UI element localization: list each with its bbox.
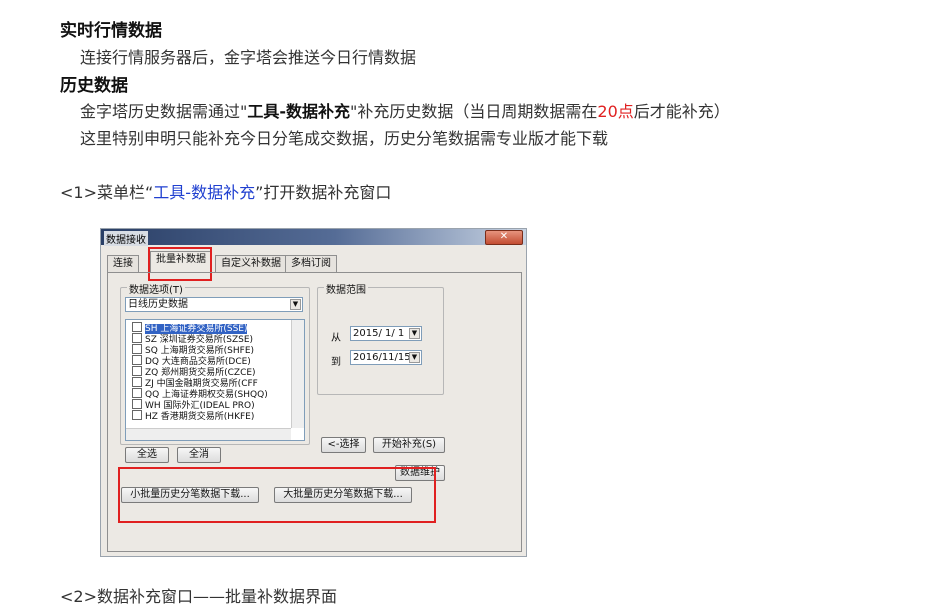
- chevron-down-icon[interactable]: ▼: [409, 328, 420, 339]
- history-line-1-red: 20点: [597, 102, 634, 121]
- step-1: <1>菜单栏“工具-数据补充”打开数据补充窗口: [60, 179, 391, 203]
- market-item[interactable]: SH 上海证券交易所(SSE): [132, 322, 248, 334]
- tab-custom-fill[interactable]: 自定义补数据: [215, 255, 287, 272]
- close-icon[interactable]: ✕: [485, 230, 523, 245]
- step-1-link[interactable]: 工具-数据补充: [153, 183, 255, 202]
- from-label: 从: [331, 333, 341, 344]
- history-heading: 历史数据: [60, 76, 128, 96]
- select-button[interactable]: <-选择: [321, 437, 366, 453]
- history-line-1-bold: 工具-数据补充: [247, 102, 351, 121]
- tree-vertical-scrollbar[interactable]: [291, 320, 304, 428]
- from-date-picker[interactable]: 2015/ 1/ 1 ▼: [350, 326, 422, 341]
- checkbox-icon[interactable]: [132, 333, 142, 343]
- tab-connect[interactable]: 连接: [107, 255, 139, 272]
- from-date-value: 2015/ 1/ 1: [353, 328, 405, 339]
- checkbox-icon[interactable]: [132, 322, 142, 332]
- history-line-1-post: 后才能补充）: [633, 102, 730, 121]
- history-line-1: 金字塔历史数据需通过"工具-数据补充"补充历史数据（当日周期数据需在20点后才能…: [80, 98, 730, 122]
- dialog-title: 数据接收: [104, 231, 148, 246]
- checkbox-icon[interactable]: [132, 388, 142, 398]
- realtime-text: 连接行情服务器后，金字塔会推送今日行情数据: [80, 48, 417, 67]
- market-item[interactable]: ZJ 中国金融期货交易所(CFF: [132, 377, 258, 389]
- download-buttons-highlight-box: [118, 467, 436, 523]
- checkbox-icon[interactable]: [132, 399, 142, 409]
- tree-horizontal-scrollbar[interactable]: [126, 428, 291, 440]
- select-all-button[interactable]: 全选: [125, 447, 169, 463]
- checkbox-icon[interactable]: [132, 344, 142, 354]
- data-receive-dialog: 数据接收 ✕ 连接 批量补数据 自定义补数据 多档订阅 数据选项(T) 日线历史…: [100, 228, 527, 557]
- data-range-label: 数据范围: [324, 281, 368, 296]
- chevron-down-icon[interactable]: ▼: [409, 352, 420, 363]
- checkbox-icon[interactable]: [132, 355, 142, 365]
- checkbox-icon[interactable]: [132, 377, 142, 387]
- history-line-2: 这里特别申明只能补充今日分笔成交数据，历史分笔数据需专业版才能下载: [80, 129, 609, 148]
- market-item[interactable]: DQ 大连商品交易所(DCE): [132, 355, 251, 367]
- to-label: 到: [331, 357, 341, 368]
- history-line-1-pre: 金字塔历史数据需通过": [80, 102, 248, 121]
- market-item[interactable]: SZ 深圳证券交易所(SZSE): [132, 333, 253, 345]
- checkbox-icon[interactable]: [132, 410, 142, 420]
- realtime-heading: 实时行情数据: [60, 21, 162, 41]
- deselect-all-button[interactable]: 全消: [177, 447, 221, 463]
- data-options-label: 数据选项(T): [127, 281, 185, 296]
- step-1-post: ”打开数据补充窗口: [255, 183, 392, 202]
- to-date-value: 2016/11/15: [353, 352, 411, 363]
- start-fill-button[interactable]: 开始补充(S): [373, 437, 445, 453]
- tab-multi-level[interactable]: 多档订阅: [285, 255, 337, 272]
- to-date-picker[interactable]: 2016/11/15 ▼: [350, 350, 422, 365]
- market-item[interactable]: HZ 香港期货交易所(HKFE): [132, 410, 255, 422]
- market-label: HZ 香港期货交易所(HKFE): [145, 412, 255, 422]
- market-item[interactable]: WH 国际外汇(IDEAL PRO): [132, 399, 255, 411]
- market-tree[interactable]: SH 上海证券交易所(SSE) SZ 深圳证券交易所(SZSE) SQ 上海期货…: [125, 319, 305, 441]
- chevron-down-icon[interactable]: ▼: [290, 299, 301, 310]
- market-item[interactable]: ZQ 郑州期货交易所(CZCE): [132, 366, 256, 378]
- data-type-select[interactable]: 日线历史数据 ▼: [125, 297, 303, 312]
- checkbox-icon[interactable]: [132, 366, 142, 376]
- data-type-value: 日线历史数据: [128, 299, 188, 310]
- dialog-titlebar: 数据接收 ✕: [101, 229, 526, 246]
- history-line-1-mid: "补充历史数据（当日周期数据需在: [350, 102, 598, 121]
- step-2-partial: <2>数据补充窗口——批量补数据界面: [60, 587, 337, 606]
- market-item[interactable]: SQ 上海期货交易所(SHFE): [132, 344, 254, 356]
- step-1-pre: <1>菜单栏“: [60, 183, 154, 202]
- market-item[interactable]: QQ 上海证券期权交易(SHQQ): [132, 388, 268, 400]
